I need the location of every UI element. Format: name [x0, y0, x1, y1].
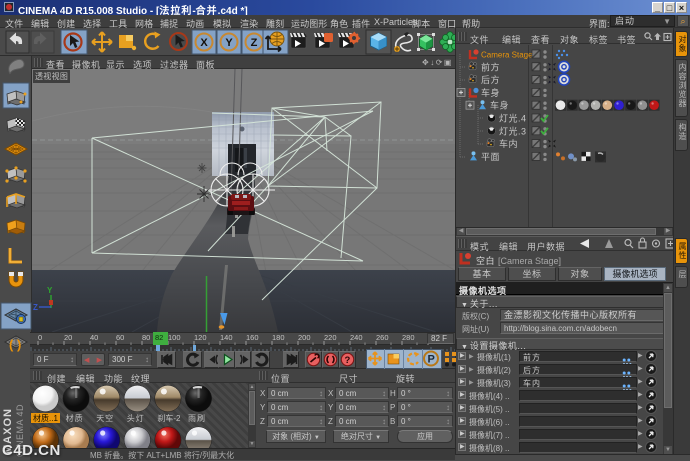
svg-text:材质..1: 材质..1: [33, 413, 58, 423]
svg-text:灯光.3: 灯光.3: [499, 125, 527, 136]
svg-text:140: 140: [220, 333, 233, 342]
svg-text:X: X: [200, 37, 208, 49]
svg-text:160: 160: [246, 333, 259, 342]
svg-text:100: 100: [168, 333, 181, 342]
svg-text:头灯: 头灯: [127, 413, 145, 423]
svg-text:刹车-2: 刹车-2: [157, 413, 181, 423]
svg-text:120: 120: [194, 333, 207, 342]
svg-text:材质: 材质: [66, 413, 84, 423]
svg-text:60: 60: [116, 333, 124, 342]
svg-text:40: 40: [90, 333, 98, 342]
svg-text:260: 260: [376, 333, 389, 342]
svg-text:200: 200: [298, 333, 311, 342]
svg-text:后方: 后方: [481, 74, 500, 85]
svg-text:车身: 车身: [490, 100, 509, 111]
svg-text:Y: Y: [47, 286, 53, 295]
svg-text:82: 82: [155, 333, 163, 342]
svg-text:80: 80: [142, 333, 150, 342]
svg-text:280: 280: [402, 333, 415, 342]
svg-text:Y: Y: [225, 37, 233, 49]
svg-text:180: 180: [272, 333, 285, 342]
svg-text:P: P: [428, 354, 435, 366]
svg-text:车内: 车内: [499, 138, 518, 149]
svg-text:天空: 天空: [96, 413, 114, 423]
svg-text:Z: Z: [33, 303, 38, 312]
svg-text:车身: 车身: [481, 87, 500, 98]
svg-text:雨刷: 雨刷: [188, 414, 206, 423]
svg-text:0: 0: [38, 333, 42, 342]
svg-text:20: 20: [64, 333, 72, 342]
svg-text:240: 240: [350, 333, 363, 342]
svg-text:灯光.4: 灯光.4: [499, 113, 527, 124]
svg-text:前方: 前方: [481, 61, 500, 72]
svg-text:220: 220: [324, 333, 337, 342]
svg-text:Camera Stage: Camera Stage: [481, 51, 533, 60]
svg-text:平面: 平面: [481, 152, 500, 162]
svg-text:( ): ( ): [9, 337, 21, 352]
svg-text:Z: Z: [251, 37, 258, 49]
svg-text:?: ?: [345, 355, 351, 366]
